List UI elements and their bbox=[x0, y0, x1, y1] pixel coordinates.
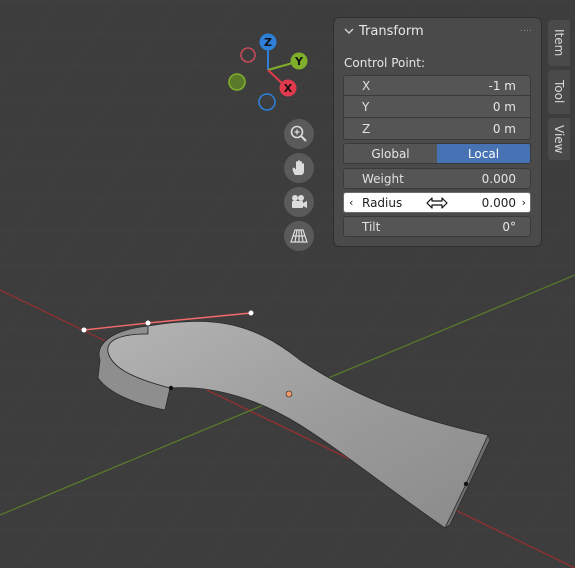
field-value: 0° bbox=[502, 219, 516, 234]
tab-label: Item bbox=[552, 29, 566, 57]
zoom-button[interactable] bbox=[284, 119, 314, 149]
field-label: X bbox=[362, 78, 371, 93]
tab-label: View bbox=[552, 124, 566, 154]
field-label: Radius bbox=[362, 195, 403, 210]
global-toggle-button[interactable]: Global bbox=[344, 144, 437, 163]
radius-field[interactable]: ‹ Radius 0.000 › bbox=[343, 192, 531, 213]
field-value: 0.000 bbox=[481, 171, 516, 186]
curve-endpoint[interactable] bbox=[168, 385, 174, 391]
location-z-field[interactable]: Z 0 m bbox=[343, 118, 531, 140]
z-axis-label: Z bbox=[264, 36, 272, 49]
perspective-toggle-button[interactable] bbox=[284, 221, 314, 251]
perspective-grid-icon bbox=[290, 229, 308, 243]
field-label: Tilt bbox=[362, 219, 381, 234]
local-toggle-button[interactable]: Local bbox=[437, 144, 530, 163]
tab-item[interactable]: Item bbox=[548, 20, 570, 66]
weight-field[interactable]: Weight 0.000 bbox=[343, 168, 531, 189]
neg-x-axis-handle bbox=[228, 73, 246, 91]
field-value: 0 m bbox=[492, 121, 516, 136]
space-toggle: Global Local bbox=[343, 143, 531, 164]
tab-view[interactable]: View bbox=[548, 118, 570, 160]
camera-icon bbox=[292, 195, 307, 208]
horizontal-resize-cursor-icon bbox=[426, 197, 448, 209]
handle-point bbox=[248, 310, 254, 316]
y-axis-label: Y bbox=[294, 55, 304, 68]
control-point-label: Control Point: bbox=[344, 56, 426, 70]
active-control-point[interactable] bbox=[285, 390, 293, 398]
increment-arrow-icon[interactable]: › bbox=[522, 196, 526, 209]
location-x-field[interactable]: X -1 m bbox=[343, 75, 531, 96]
handle-point bbox=[145, 320, 151, 326]
decrement-arrow-icon[interactable]: ‹ bbox=[349, 196, 353, 209]
handle-point bbox=[81, 327, 87, 333]
tilt-field[interactable]: Tilt 0° bbox=[343, 216, 531, 237]
tab-label: Tool bbox=[552, 80, 566, 104]
field-value: -1 m bbox=[488, 78, 516, 93]
transform-panel-header[interactable]: Transform bbox=[334, 18, 541, 44]
transform-panel: Transform Control Point: X -1 m Y 0 m Z … bbox=[334, 18, 541, 246]
field-value: 0 m bbox=[492, 99, 516, 114]
x-axis-label: X bbox=[284, 82, 293, 95]
location-y-field[interactable]: Y 0 m bbox=[343, 96, 531, 118]
drag-grip-icon[interactable] bbox=[520, 29, 532, 33]
hand-pan-icon bbox=[292, 160, 304, 175]
field-label: Y bbox=[362, 99, 370, 114]
field-value: 0.000 bbox=[481, 195, 516, 210]
field-label: Weight bbox=[362, 171, 404, 186]
chevron-down-icon bbox=[344, 28, 354, 34]
camera-view-button[interactable] bbox=[284, 187, 314, 217]
field-label: Z bbox=[362, 121, 371, 136]
tab-tool[interactable]: Tool bbox=[548, 70, 570, 114]
zoom-icon bbox=[290, 125, 307, 142]
panel-title: Transform bbox=[359, 23, 424, 39]
curve-endpoint[interactable] bbox=[463, 481, 469, 487]
pan-button[interactable] bbox=[284, 153, 314, 183]
